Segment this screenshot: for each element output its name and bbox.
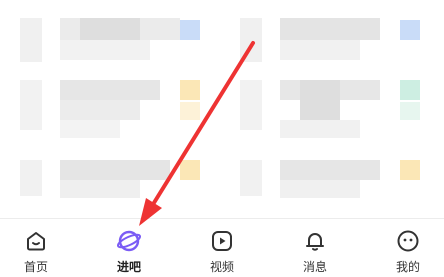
tab-label-video: 视频 xyxy=(209,260,234,274)
blurred-block xyxy=(240,160,262,196)
blurred-color-block xyxy=(180,102,200,120)
tab-messages[interactable]: 消息 xyxy=(291,219,339,277)
blurred-block xyxy=(280,160,380,180)
video-play-icon xyxy=(209,228,235,254)
blurred-block xyxy=(60,180,140,198)
blurred-block xyxy=(80,18,140,40)
blurred-feed-content xyxy=(0,0,444,218)
blurred-color-block xyxy=(180,160,200,180)
blurred-block xyxy=(60,100,140,120)
blurred-color-block xyxy=(400,80,420,100)
blurred-block xyxy=(60,80,160,100)
tab-label-messages: 消息 xyxy=(302,260,327,274)
tab-label-profile: 我的 xyxy=(395,260,420,274)
tab-profile[interactable]: 我的 xyxy=(384,219,432,277)
blurred-color-block xyxy=(180,80,200,100)
tab-label-jinba: 进吧 xyxy=(116,260,141,274)
blurred-block xyxy=(20,80,42,130)
blurred-block xyxy=(280,18,380,40)
blurred-block xyxy=(60,120,120,138)
bottom-tab-bar: 首页 进吧 视频 消息 我的 xyxy=(0,218,444,277)
bell-icon xyxy=(302,228,328,254)
blurred-block xyxy=(240,18,262,62)
blurred-color-block xyxy=(400,20,420,40)
tab-video[interactable]: 视频 xyxy=(198,219,246,277)
home-icon xyxy=(23,228,49,254)
blurred-color-block xyxy=(400,160,420,180)
blurred-color-block xyxy=(180,20,200,40)
profile-face-icon xyxy=(395,228,421,254)
blurred-block xyxy=(20,160,42,196)
tab-label-home: 首页 xyxy=(23,260,48,274)
tab-jinba[interactable]: 进吧 xyxy=(105,219,153,277)
blurred-color-block xyxy=(400,102,420,120)
planet-icon xyxy=(116,228,142,254)
blurred-block xyxy=(240,80,262,130)
blurred-block xyxy=(20,18,42,62)
blurred-block xyxy=(280,40,360,60)
blurred-block xyxy=(280,180,360,198)
tab-home[interactable]: 首页 xyxy=(12,219,60,277)
blurred-block xyxy=(280,120,360,138)
blurred-block xyxy=(60,160,170,180)
blurred-block xyxy=(60,40,150,60)
blurred-block xyxy=(300,80,340,120)
